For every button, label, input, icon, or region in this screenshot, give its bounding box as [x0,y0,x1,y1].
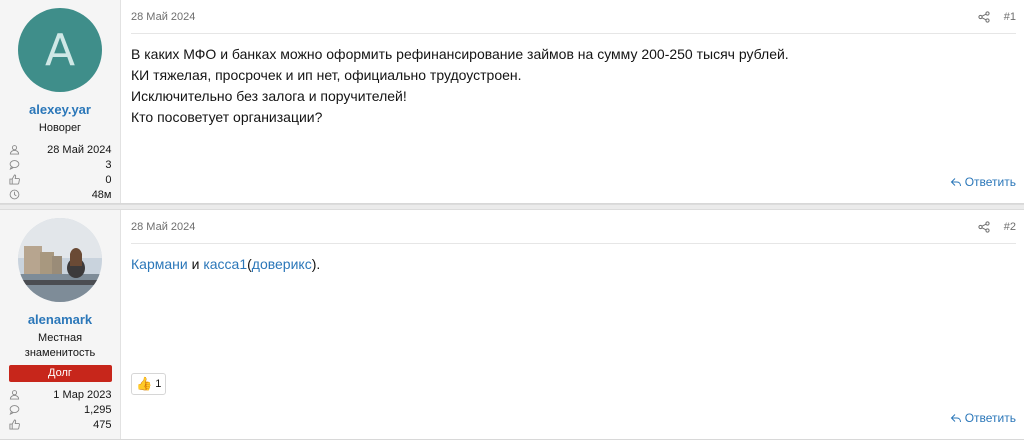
post-body: В каких МФО и банках можно оформить рефи… [131,34,1016,128]
post-author-panel: alenamark Местная знаменитость Долг 1 Ма… [0,210,121,439]
post-number[interactable]: #2 [1004,221,1016,233]
post-line: В каких МФО и банках можно оформить рефи… [131,46,789,62]
user-title-line: Местная [37,332,83,344]
username[interactable]: alexey.yar [29,102,91,117]
post-main: 28 Май 2024 #1 В каких МФО и банках можн… [121,0,1024,203]
link-kassa1[interactable]: касса1 [203,256,247,272]
link-doveriks[interactable]: доверикс [252,256,312,272]
stat-joined: 1 Мар 2023 [9,387,112,402]
stat-value: 475 [93,418,112,431]
post-author-panel: A alexey.yar Новорег 28 Май 2024 3 0 48м [0,0,121,203]
stat-time: 48м [9,187,112,202]
user-title: Новорег [38,122,82,134]
stat-value: 1 Мар 2023 [53,388,112,401]
reply-label: Ответить [964,175,1016,189]
user-icon [9,389,21,401]
user-title-line: знаменитость [24,347,96,359]
text-and: и [187,256,204,272]
user-stats: 1 Мар 2023 1,295 475 [8,387,112,432]
stat-value: 3 [105,158,112,171]
reply-icon [950,414,961,423]
stat-likes: 0 [8,172,112,187]
post-date[interactable]: 28 Май 2024 [131,11,195,23]
share-icon[interactable] [978,220,990,233]
stat-messages: 1,295 [9,402,112,417]
like-icon [8,419,21,431]
post-header: 28 Май 2024 #1 [131,0,1016,34]
post-number[interactable]: #1 [1004,11,1016,23]
user-title: Местная знаменитость [25,331,95,361]
post-date[interactable]: 28 Май 2024 [131,221,195,233]
stat-value: 1,295 [83,403,112,416]
post-header: 28 Май 2024 #2 [131,210,1016,244]
message-icon [9,159,21,171]
post-line: Исключительно без залога и поручителей! [131,88,407,104]
thread: A alexey.yar Новорег 28 Май 2024 3 0 48м… [0,0,1024,440]
reply-label: Ответить [964,411,1016,425]
share-icon[interactable] [978,10,990,23]
avatar[interactable] [18,218,102,302]
user-stats: 28 Май 2024 3 0 48м [8,142,112,202]
stat-value: 48м [91,188,112,201]
link-karmani[interactable]: Кармани [131,256,188,272]
reaction-summary[interactable]: 👍 1 [131,373,167,395]
avatar[interactable]: A [18,8,102,92]
stat-joined: 28 Май 2024 [9,142,112,157]
post-1: A alexey.yar Новорег 28 Май 2024 3 0 48м… [0,0,1024,204]
text-close-paren: ). [311,256,321,272]
stat-value: 28 Май 2024 [47,143,112,156]
stat-value: 0 [105,173,112,186]
post-line: Кто посоветует организации? [131,109,323,125]
user-banner: Долг [8,365,112,382]
avatar-photo [18,218,102,302]
reply-icon [950,178,961,187]
post-main: 28 Май 2024 #2 Кармани и касса1(доверикс… [121,210,1024,439]
post-line: КИ тяжелая, просрочек и ип нет, официаль… [131,67,522,83]
reaction-count: 1 [155,378,162,390]
reply-button[interactable]: Ответить [950,411,1016,425]
clock-icon [9,189,21,201]
thumbs-up-icon: 👍 [136,376,153,391]
username[interactable]: alenamark [28,312,92,327]
stat-messages: 3 [9,157,112,172]
post-body: Кармани и касса1(доверикс). [131,244,1016,275]
reply-button[interactable]: Ответить [950,175,1016,189]
like-icon [8,174,21,186]
message-icon [9,404,21,416]
post-2: alenamark Местная знаменитость Долг 1 Ма… [0,210,1024,440]
user-icon [9,144,21,156]
stat-likes: 475 [8,417,112,432]
